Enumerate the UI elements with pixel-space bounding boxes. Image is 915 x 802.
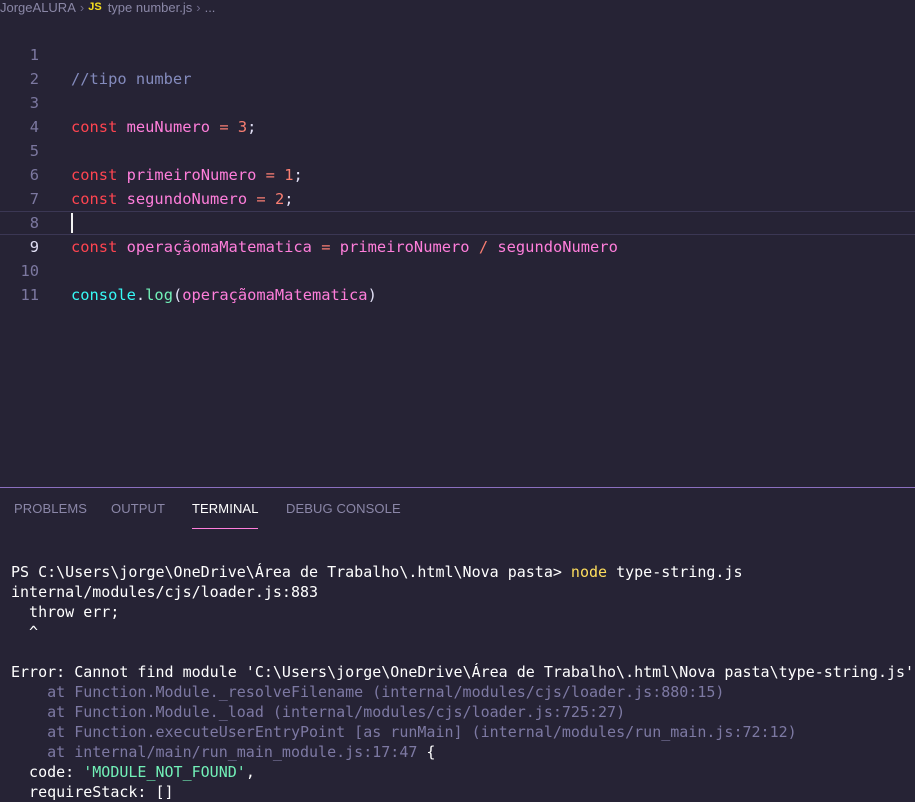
code-line[interactable]: 7	[0, 163, 915, 208]
stack-trace-line: at internal/main/run_main_module.js:17:4…	[11, 743, 436, 761]
terminal-error-line: Error: Cannot find module 'C:\Users\jorg…	[11, 663, 915, 681]
breadcrumb-ellipsis[interactable]: ...	[205, 0, 216, 15]
function-name: log	[145, 286, 173, 304]
code-line[interactable]: 11	[0, 259, 915, 304]
code-line[interactable]: 10 console.log(operaçãomaMatematica)	[0, 235, 915, 304]
code-line[interactable]: 3 const meuNumero = 3;	[0, 67, 915, 136]
terminal-line: PS C:\Users\jorge\OneDrive\Área de Traba…	[11, 562, 915, 582]
code-line[interactable]: 5 const primeiroNumero = 1;	[0, 115, 915, 184]
chevron-right-icon: ›	[196, 0, 201, 15]
breadcrumb: JorgeALURA › JS type number.js ›...	[0, 0, 915, 16]
paren: (	[172, 286, 183, 304]
terminal-prompt: PS C:\Users\jorge\OneDrive\Área de Traba…	[11, 563, 562, 581]
tab-output[interactable]: OUTPUT	[111, 501, 165, 516]
code-line[interactable]: 6 const segundoNumero = 2;	[0, 139, 915, 208]
stack-trace-line: at Function.executeUserEntryPoint [as ru…	[11, 723, 797, 741]
terminal-line: code: 'MODULE_NOT_FOUND',	[11, 763, 255, 781]
breadcrumb-folder[interactable]: JorgeALURA	[0, 0, 76, 15]
line-number: 11	[20, 286, 39, 304]
terminal-command: node	[570, 563, 608, 581]
breadcrumb-file[interactable]: type number.js	[108, 0, 193, 15]
object-name: console	[71, 286, 136, 304]
variable-reference: operaçãomaMatematica	[182, 286, 368, 304]
code-editor[interactable]: 1 //tipo number 2 3 const meuNumero = 3;…	[0, 19, 915, 479]
code-line[interactable]: 8 const operaçãomaMatematica = primeiroN…	[0, 187, 915, 256]
tab-problems[interactable]: PROBLEMS	[14, 501, 87, 516]
active-tab-indicator	[192, 528, 258, 529]
tab-terminal[interactable]: TERMINAL	[192, 501, 259, 516]
stack-trace-line: at Function.Module._resolveFilename (int…	[11, 683, 725, 701]
text-cursor	[71, 213, 73, 233]
paren: )	[367, 286, 377, 304]
terminal-line-empty	[11, 642, 915, 662]
code-line[interactable]: 2	[0, 43, 915, 88]
panel-tabs: PROBLEMS OUTPUT TERMINAL DEBUG CONSOLE	[0, 488, 915, 530]
dot: .	[135, 286, 146, 304]
terminal-line: throw err;	[11, 603, 120, 621]
code-line[interactable]: 1 //tipo number	[0, 19, 915, 88]
terminal-command-arg: type-string.js	[616, 563, 743, 581]
tab-debug-console[interactable]: DEBUG CONSOLE	[286, 501, 401, 516]
terminal-line: requireStack: []	[11, 783, 174, 801]
code-line[interactable]: 4	[0, 91, 915, 136]
chevron-right-icon: ›	[79, 0, 85, 15]
stack-trace-line: at Function.Module._load (internal/modul…	[11, 703, 626, 721]
terminal-output[interactable]: PS C:\Users\jorge\OneDrive\Área de Traba…	[11, 562, 915, 802]
code-line-current[interactable]: 9	[0, 211, 915, 256]
error-code: 'MODULE_NOT_FOUND'	[83, 763, 246, 781]
javascript-file-icon: JS	[88, 1, 102, 13]
terminal-line: internal/modules/cjs/loader.js:883	[11, 583, 319, 601]
terminal-line: ^	[11, 623, 39, 641]
